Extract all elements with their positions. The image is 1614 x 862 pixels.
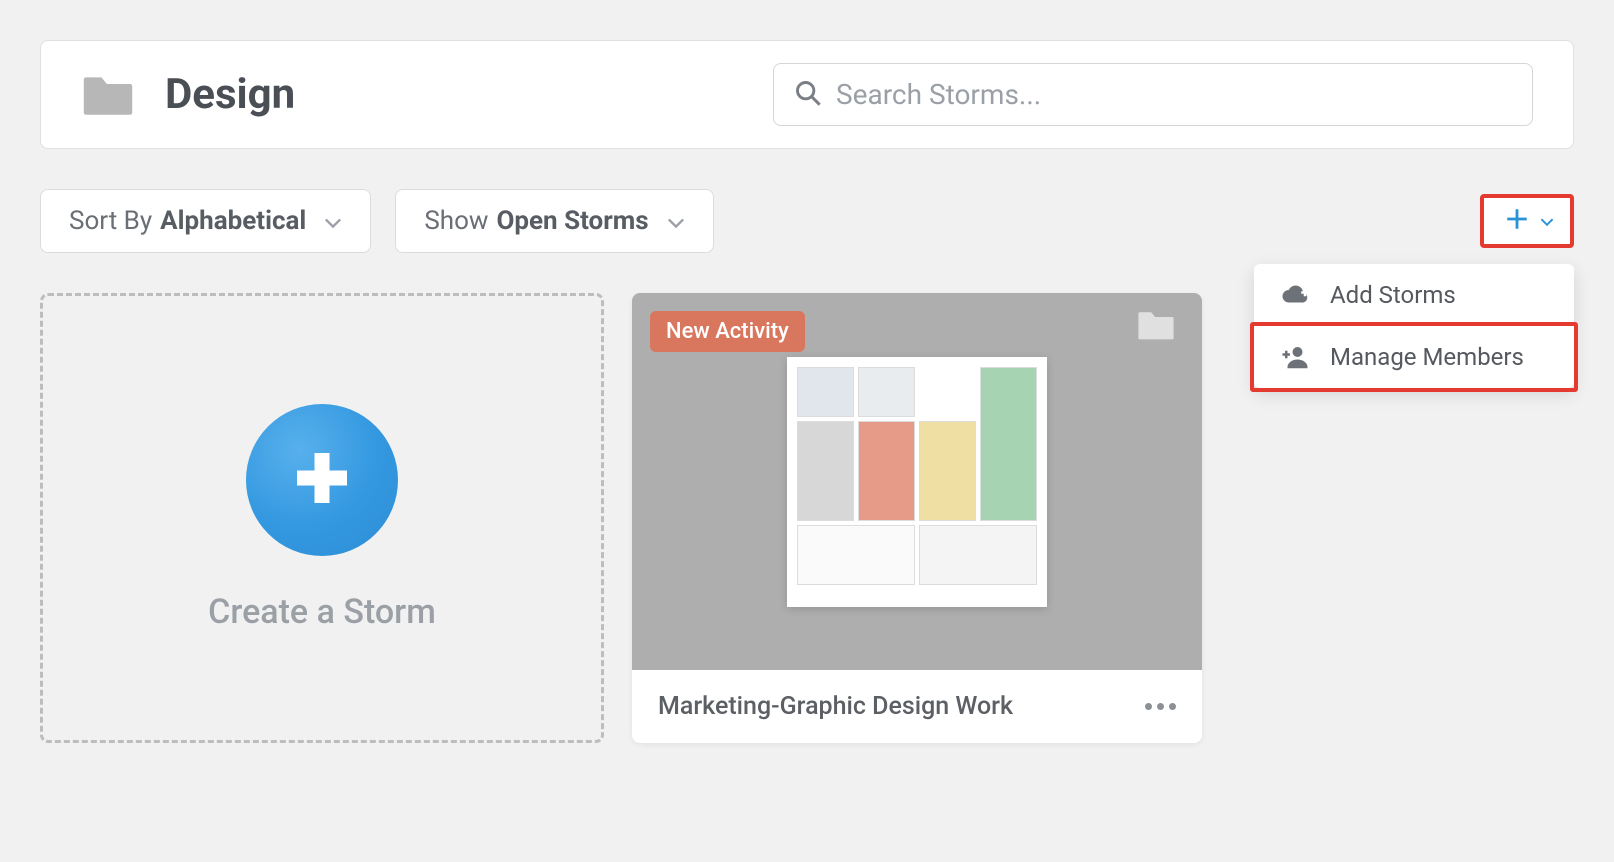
create-storm-card[interactable]: Create a Storm <box>40 293 604 743</box>
add-button[interactable] <box>1480 194 1574 248</box>
search-input[interactable]: Search Storms... <box>773 63 1533 126</box>
storm-title: Marketing-Graphic Design Work <box>658 692 1013 721</box>
storm-preview: New Activity <box>632 293 1202 670</box>
add-dropdown: Add Storms Manage Members <box>1480 194 1574 248</box>
storm-footer: Marketing-Graphic Design Work <box>632 670 1202 743</box>
activity-badge: New Activity <box>650 311 805 352</box>
sort-value: Alphabetical <box>160 206 306 236</box>
show-value: Open Storms <box>496 206 648 236</box>
dropdown-item-add-storms[interactable]: Add Storms <box>1254 264 1574 326</box>
chevron-down-icon <box>324 206 342 236</box>
search-icon <box>794 79 822 111</box>
show-filter[interactable]: Show Open Storms <box>395 189 713 253</box>
dropdown-item-label: Manage Members <box>1330 343 1524 371</box>
filters-row: Sort By Alphabetical Show Open Storms <box>40 189 1574 253</box>
dropdown-item-manage-members[interactable]: Manage Members <box>1250 322 1578 392</box>
chevron-down-icon <box>1540 212 1554 231</box>
add-dropdown-menu: Add Storms Manage Members <box>1254 264 1574 388</box>
person-plus-icon <box>1280 342 1310 372</box>
folder-icon <box>81 73 135 117</box>
storm-thumbnail <box>787 357 1047 607</box>
plus-icon <box>292 448 352 512</box>
cloud-plus-icon <box>1280 280 1310 310</box>
page-title: Design <box>165 70 295 119</box>
create-storm-circle <box>246 404 398 556</box>
dropdown-item-label: Add Storms <box>1330 281 1456 309</box>
search-placeholder: Search Storms... <box>836 78 1041 111</box>
create-storm-label: Create a Storm <box>208 592 436 632</box>
more-options-icon[interactable] <box>1145 703 1176 710</box>
sort-label: Sort By <box>69 206 152 236</box>
storm-card[interactable]: New Activity Marketing-Graphic Design Wo… <box>632 293 1202 743</box>
folder-icon <box>1136 309 1176 341</box>
header-bar: Design Search Storms... <box>40 40 1574 149</box>
chevron-down-icon <box>667 206 685 236</box>
show-label: Show <box>424 206 488 236</box>
sort-filter[interactable]: Sort By Alphabetical <box>40 189 371 253</box>
plus-icon <box>1504 206 1530 236</box>
